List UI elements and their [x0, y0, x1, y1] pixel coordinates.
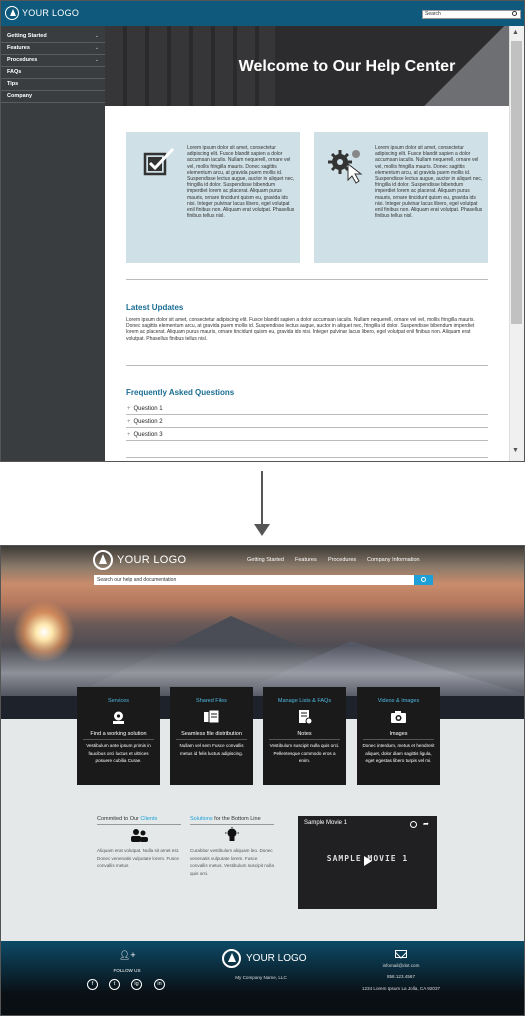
instagram-icon[interactable]: ig	[131, 979, 142, 990]
logo-text[interactable]: YOUR LOGO	[22, 8, 79, 18]
feature-card-videos-images[interactable]: Videos & Images Images Donec interdum, m…	[357, 687, 440, 785]
sidebar-item-faqs[interactable]: FAQs	[1, 68, 105, 79]
card-title: Videos & Images	[377, 698, 420, 704]
sidebar-item-getting-started[interactable]: Getting Started ⌄	[1, 32, 105, 43]
tree-logo-icon	[222, 949, 241, 968]
hero-banner: Welcome to Our Help Center	[105, 26, 509, 106]
lightbulb-icon	[225, 827, 239, 841]
solutions-column: Solutions for the Bottom Line Curabitur …	[190, 816, 274, 877]
sidebar-item-company[interactable]: Company	[1, 92, 105, 103]
clock-icon[interactable]	[410, 821, 417, 828]
tree-logo-icon	[5, 6, 19, 20]
company-name: My Company Name, LLC	[235, 975, 287, 980]
page-title: Welcome to Our Help Center	[238, 58, 456, 75]
nav-link-features[interactable]: Features	[295, 557, 317, 563]
sidebar-item-tips[interactable]: Tips	[1, 80, 105, 91]
facebook-icon[interactable]: f	[87, 979, 98, 990]
search-icon[interactable]	[512, 11, 517, 16]
feature-card-manage-lists[interactable]: Manage Lists & FAQs Notes Vestibulum sus…	[263, 687, 346, 785]
card-title: Manage Lists & FAQs	[277, 698, 332, 704]
nav-link-procedures[interactable]: Procedures	[328, 557, 356, 563]
clients-column: Commited to Our Clients Aliquam erat vol…	[97, 816, 181, 870]
scrollbar-thumb[interactable]	[511, 41, 522, 324]
chevron-down-icon: ⌄	[94, 45, 99, 51]
card-text: Lorem ipsum dolor sit amet, consectetur …	[187, 145, 295, 220]
divider	[126, 365, 488, 366]
down-arrow-icon	[254, 524, 270, 536]
footer-phone[interactable]: 858.123.4567	[351, 974, 451, 979]
logo-text[interactable]: YOUR LOGO	[117, 554, 186, 566]
latest-updates-heading: Latest Updates	[126, 303, 184, 312]
divider	[126, 457, 488, 458]
column-text: Aliquam erat volutpat. Nulla sit amet es…	[97, 848, 180, 868]
column-heading: Solutions for the Bottom Line	[190, 816, 274, 825]
card-text: Vestibulum suscipit nulla quis orci. Pel…	[269, 743, 340, 763]
card-subtitle: Notes	[269, 731, 340, 740]
card-subtitle: Seamless file distribution	[176, 731, 247, 740]
linkedin-icon[interactable]: in	[154, 979, 165, 990]
mail-icon	[395, 950, 407, 958]
transition-arrow-line	[261, 471, 263, 529]
scroll-down-arrow-icon[interactable]: ▼	[512, 447, 519, 454]
nav-link-company-information[interactable]: Company Information	[367, 557, 420, 563]
gears-cursor-icon	[328, 150, 363, 184]
sidebar-item-procedures[interactable]: Procedures ⌄	[1, 56, 105, 67]
card-title: Services	[107, 698, 130, 704]
footer: 👤︎+ FOLLOW US f t ig in YOUR LOGO My Com…	[1, 941, 524, 1015]
chevron-down-icon: ⌄	[94, 57, 99, 63]
feature-card-shared-files[interactable]: Shared Files Seamless file distribution …	[170, 687, 253, 785]
follow-us-label: FOLLOW US	[113, 968, 141, 973]
video-player[interactable]: Sample Movie 1 ➦ SAMPLE MOVIE 1	[298, 816, 437, 909]
video-title: Sample Movie 1	[304, 820, 348, 826]
card-text: Lorem ipsum dolor sit amet, consectetur …	[375, 145, 483, 220]
faq-item[interactable]: + Question 3	[126, 429, 488, 441]
add-user-icon: 👤︎+	[119, 950, 136, 960]
footer-address: 1234 Lorem Ipsum La Jolla, CA 92037	[361, 986, 441, 991]
files-icon	[204, 710, 220, 724]
card-title: Shared Files	[196, 698, 227, 704]
people-icon	[131, 829, 148, 842]
plus-icon: +	[127, 406, 131, 412]
faq-item[interactable]: + Question 2	[126, 416, 488, 428]
info-card: Lorem ipsum dolor sit amet, consectetur …	[314, 132, 488, 263]
share-icon[interactable]: ➦	[423, 820, 429, 828]
card-subtitle: Images	[363, 731, 434, 740]
card-text: Nullam vel sem Fusce convallis metus id …	[179, 743, 244, 756]
before-header: YOUR LOGO Search	[1, 1, 524, 26]
faq-item[interactable]: + Question 1	[126, 403, 488, 415]
column-text: Curabitur vestibulum aliquam leo. Donec …	[190, 848, 275, 876]
divider	[126, 279, 488, 280]
card-subtitle: Find a working solution	[83, 731, 154, 740]
card-text: Donec interdum, metus et hendrerit aliqu…	[362, 743, 435, 763]
footer-email[interactable]: infomail@dot.com	[351, 963, 451, 968]
scroll-up-arrow-icon[interactable]: ▲	[512, 29, 519, 36]
before-screenshot: YOUR LOGO Search Getting Started ⌄ Featur…	[0, 0, 525, 462]
search-input[interactable]: Search	[422, 10, 521, 19]
plus-icon: +	[127, 419, 131, 425]
plus-icon: +	[127, 432, 131, 438]
play-icon[interactable]	[364, 856, 372, 866]
faq-heading: Frequently Asked Questions	[126, 388, 235, 397]
gear-hand-icon	[113, 711, 124, 724]
footer-logo-text[interactable]: YOUR LOGO	[246, 953, 307, 964]
nav-link-getting-started[interactable]: Getting Started	[247, 557, 284, 563]
chevron-down-icon: ⌄	[94, 33, 99, 39]
list-icon	[299, 710, 313, 724]
checkbox-icon	[143, 147, 175, 176]
sidebar: Getting Started ⌄ Features ⌄ Procedures ⌄ F…	[1, 26, 105, 461]
card-text: Vestibulum ante ipsum primis in faucibus…	[86, 743, 151, 763]
tree-logo-icon	[93, 550, 113, 570]
after-screenshot: YOUR LOGO Getting Started Features Proce…	[0, 545, 525, 1016]
sidebar-item-features[interactable]: Features ⌄	[1, 44, 105, 55]
latest-updates-text: Lorem ipsum dolor sit amet, consectetur …	[126, 317, 475, 342]
info-card: Lorem ipsum dolor sit amet, consectetur …	[126, 132, 300, 263]
search-icon[interactable]	[421, 577, 426, 582]
feature-card-services[interactable]: Services Find a working solution Vestibu…	[77, 687, 160, 785]
search-input[interactable]: Search our help and documentation	[94, 575, 414, 585]
column-heading: Commited to Our Clients	[97, 816, 181, 825]
twitter-icon[interactable]: t	[109, 979, 120, 990]
camera-icon	[391, 711, 406, 723]
